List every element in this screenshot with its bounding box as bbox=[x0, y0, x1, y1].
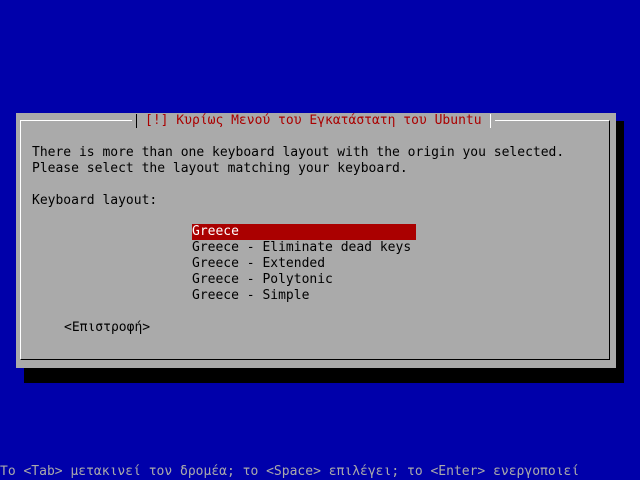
description-line-2: Please select the layout matching your k… bbox=[32, 161, 408, 176]
keyboard-layout-dialog: [!] Κυρίως Μενού του Εγκατάστατη του Ubu… bbox=[16, 113, 616, 368]
description-line-1: There is more than one keyboard layout w… bbox=[32, 145, 565, 160]
keyboard-layout-list[interactable]: Greece Greece - Eliminate dead keys Gree… bbox=[192, 224, 416, 304]
back-button[interactable]: <Επιστροφή> bbox=[64, 320, 150, 336]
installer-screen: [!] Κυρίως Μενού του Εγκατάστατη του Ubu… bbox=[0, 0, 640, 480]
layout-option-greece[interactable]: Greece bbox=[192, 224, 416, 240]
title-right-tick bbox=[489, 114, 491, 128]
layout-option-greece-extended[interactable]: Greece - Extended bbox=[192, 256, 416, 272]
dialog-title: [!] Κυρίως Μενού του Εγκατάστατη του Ubu… bbox=[145, 113, 482, 128]
layout-option-greece-simple[interactable]: Greece - Simple bbox=[192, 288, 416, 304]
status-bar-help: Το <Tab> μετακινεί τον δρομέα; το <Space… bbox=[0, 464, 580, 479]
keyboard-layout-label: Keyboard layout: bbox=[32, 193, 158, 208]
dialog-title-bar: [!] Κυρίως Μενού του Εγκατάστατη του Ubu… bbox=[132, 113, 495, 129]
layout-option-greece-eliminate-dead-keys[interactable]: Greece - Eliminate dead keys bbox=[192, 240, 416, 256]
layout-option-greece-polytonic[interactable]: Greece - Polytonic bbox=[192, 272, 416, 288]
